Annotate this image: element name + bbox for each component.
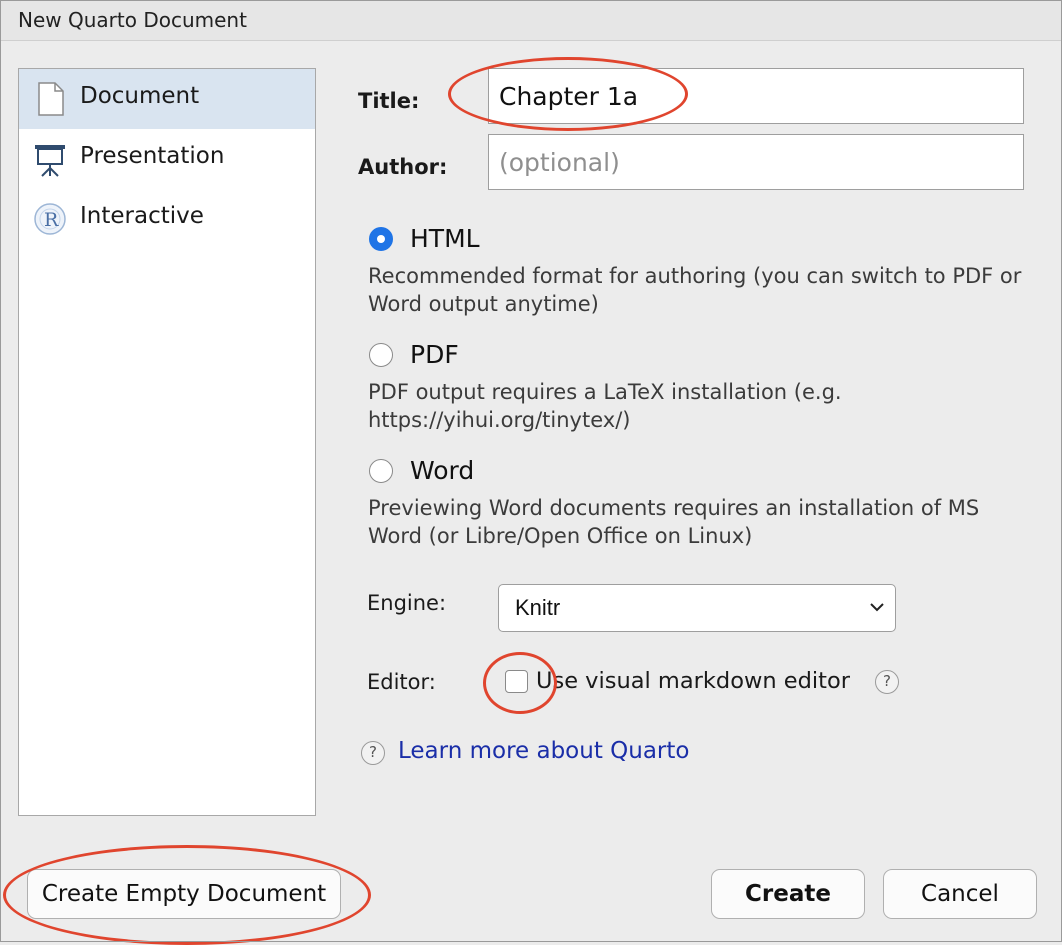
title-input[interactable] bbox=[488, 68, 1024, 124]
html-radio[interactable] bbox=[369, 227, 393, 251]
sidebar-item-label: Interactive bbox=[80, 203, 204, 229]
presentation-icon bbox=[35, 145, 65, 177]
learn-more-help-icon: ? bbox=[361, 741, 385, 765]
sidebar-item-presentation[interactable]: Presentation bbox=[19, 129, 315, 189]
pdf-option-description: PDF output requires a LaTeX installation… bbox=[368, 380, 842, 432]
html-option-description: Recommended format for authoring (you ca… bbox=[368, 264, 1022, 316]
pdf-radio[interactable] bbox=[369, 343, 393, 367]
word-option-title: Word bbox=[410, 456, 475, 485]
engine-select[interactable]: Knitr bbox=[498, 584, 896, 632]
window-title: New Quarto Document bbox=[18, 8, 247, 32]
create-button[interactable]: Create bbox=[711, 869, 865, 919]
chevron-down-icon bbox=[870, 603, 884, 612]
author-label: Author: bbox=[358, 155, 448, 179]
sidebar-item-document[interactable]: Document bbox=[19, 69, 315, 129]
engine-select-value: Knitr bbox=[515, 595, 561, 620]
create-empty-document-button[interactable]: Create Empty Document bbox=[27, 869, 341, 919]
word-radio[interactable] bbox=[369, 459, 393, 483]
visual-editor-label[interactable]: Use visual markdown editor bbox=[536, 668, 850, 694]
sidebar-item-label: Presentation bbox=[80, 143, 225, 169]
learn-more-link[interactable]: Learn more about Quarto bbox=[398, 738, 689, 764]
pdf-option-title: PDF bbox=[410, 340, 459, 369]
document-type-list: Document Presentation R Interactive bbox=[18, 68, 316, 816]
sidebar-item-interactive[interactable]: R Interactive bbox=[19, 189, 315, 249]
editor-help-icon[interactable]: ? bbox=[875, 670, 899, 694]
window-titlebar: New Quarto Document bbox=[0, 0, 1062, 41]
r-logo-icon: R bbox=[34, 203, 66, 235]
html-option-title: HTML bbox=[410, 224, 480, 253]
document-icon bbox=[38, 82, 64, 116]
engine-label: Engine: bbox=[367, 591, 447, 615]
title-label: Title: bbox=[358, 89, 420, 113]
svg-text:R: R bbox=[44, 209, 59, 231]
author-input[interactable] bbox=[488, 134, 1024, 190]
word-option-description: Previewing Word documents requires an in… bbox=[368, 496, 980, 548]
cancel-button[interactable]: Cancel bbox=[883, 869, 1037, 919]
editor-label: Editor: bbox=[367, 670, 436, 694]
visual-editor-checkbox[interactable] bbox=[505, 670, 528, 693]
sidebar-item-label: Document bbox=[80, 83, 200, 109]
